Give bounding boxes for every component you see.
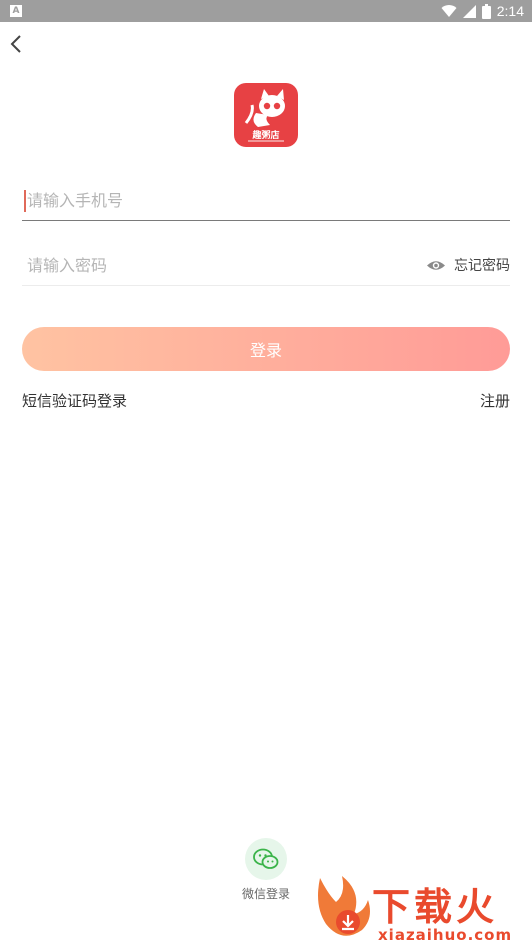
forgot-password-link[interactable]: 忘记密码 [454, 255, 510, 275]
input-caret [24, 190, 26, 212]
register-link[interactable]: 注册 [480, 390, 510, 411]
password-input[interactable] [22, 250, 426, 280]
back-arrow-icon [10, 35, 21, 53]
battery-icon [481, 3, 491, 19]
status-time: 2:14 [496, 3, 524, 19]
logo-text: 趣粥店 [252, 131, 280, 141]
watermark-title: 下载火 [372, 885, 499, 929]
status-bar: A 2:14 [0, 0, 532, 22]
eye-icon[interactable] [426, 259, 446, 272]
wechat-login-label: 微信登录 [241, 887, 290, 901]
wifi-icon [441, 5, 457, 18]
password-field[interactable]: 忘记密码 [22, 245, 510, 286]
phone-field[interactable] [22, 180, 510, 221]
wechat-icon [253, 848, 279, 869]
watermark: 下载火 xiazaihuo.com [312, 872, 532, 946]
watermark-url: xiazaihuo.com [378, 926, 513, 944]
signal-icon [462, 4, 476, 18]
a-notification-icon: A [10, 5, 22, 17]
login-button[interactable]: 登录 [22, 327, 510, 371]
app-logo: 趣粥店 [234, 83, 298, 147]
flame-logo-icon [318, 876, 370, 936]
sms-login-link[interactable]: 短信验证码登录 [22, 390, 127, 411]
wechat-login-button[interactable] [245, 838, 287, 880]
back-button[interactable] [4, 32, 28, 56]
phone-input[interactable] [22, 185, 510, 215]
